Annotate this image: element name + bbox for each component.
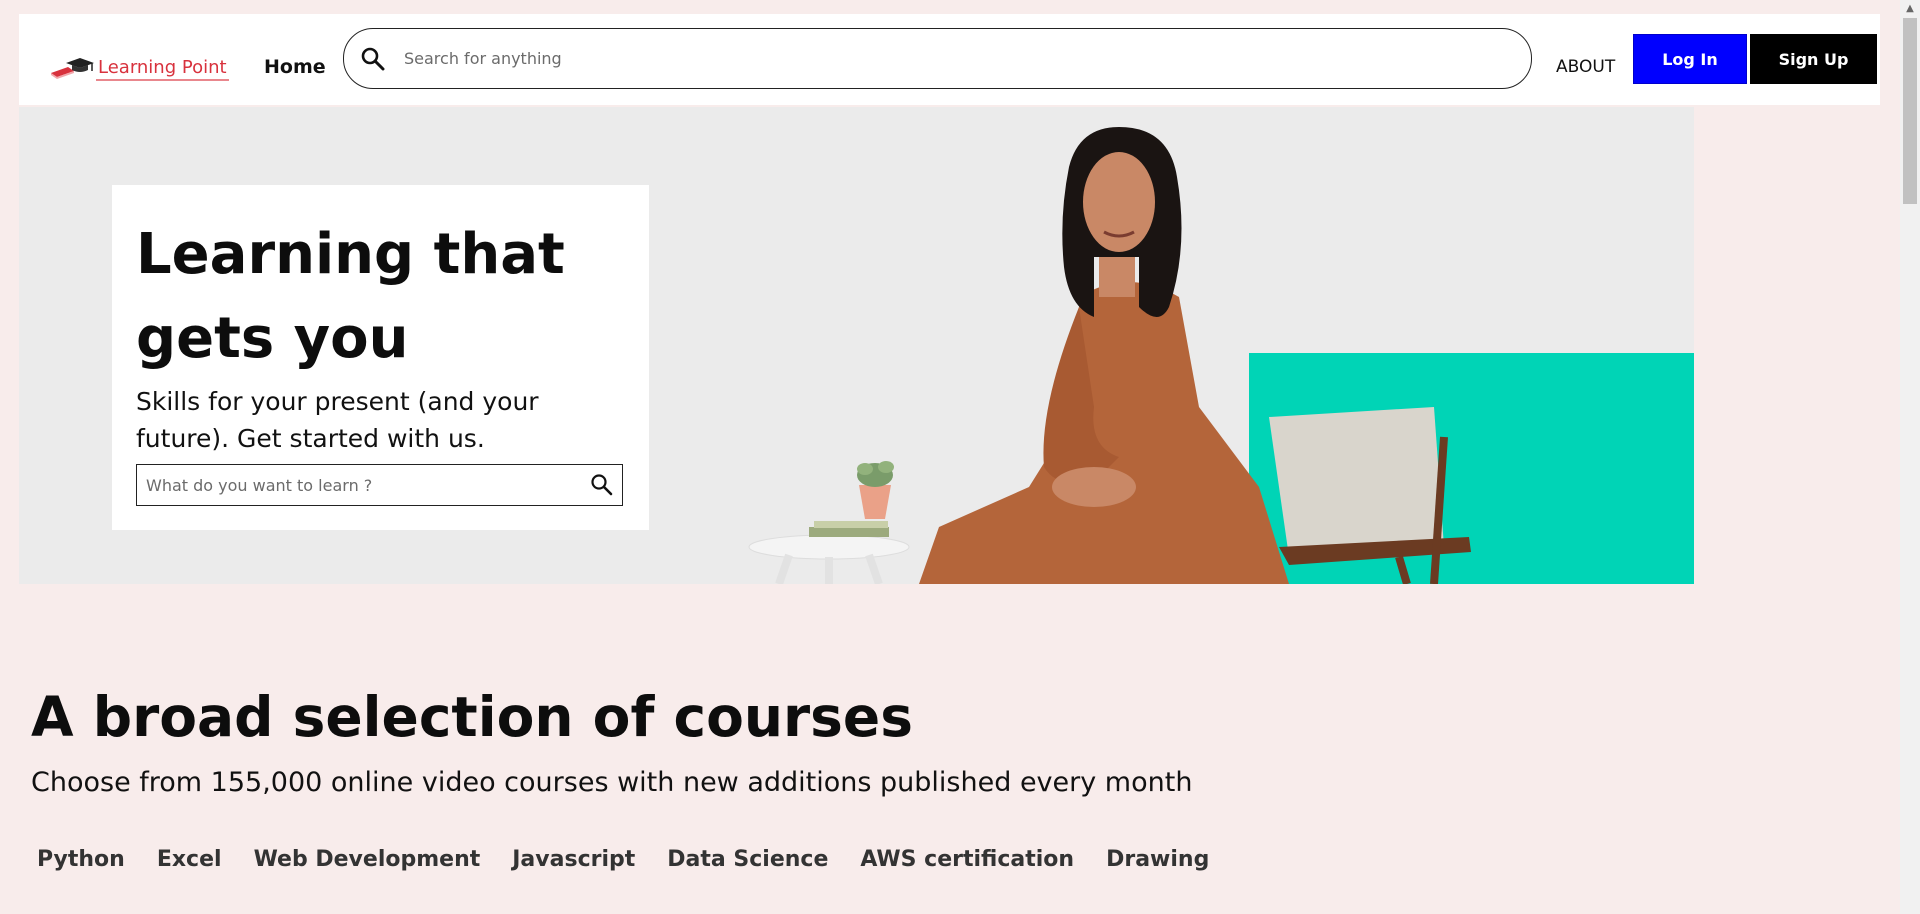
logo-text: Learning Point bbox=[96, 57, 229, 81]
search-icon[interactable] bbox=[360, 46, 386, 72]
tab-python[interactable]: Python bbox=[37, 847, 125, 872]
chevron-up-icon[interactable]: ▲ bbox=[1900, 0, 1920, 16]
course-category-tabs: Python Excel Web Development Javascript … bbox=[37, 847, 1241, 872]
hero-banner: Learning that gets you Skills for your p… bbox=[19, 107, 1694, 584]
search-input[interactable] bbox=[404, 49, 1454, 68]
scrollbar-thumb[interactable] bbox=[1903, 18, 1917, 204]
hero-card: Learning that gets you Skills for your p… bbox=[112, 185, 649, 530]
tab-javascript[interactable]: Javascript bbox=[512, 847, 635, 872]
hero-search-box bbox=[136, 464, 623, 506]
hero-title: Learning that gets you bbox=[136, 222, 565, 371]
tab-drawing[interactable]: Drawing bbox=[1106, 847, 1209, 872]
courses-section-title: A broad selection of courses bbox=[31, 685, 913, 749]
nav-about-link[interactable]: ABOUT bbox=[1556, 57, 1615, 77]
tab-excel[interactable]: Excel bbox=[157, 847, 222, 872]
page-scrollbar[interactable]: ▲ bbox=[1900, 0, 1920, 914]
hero-subtitle: Skills for your present (and your future… bbox=[136, 387, 539, 453]
logo[interactable]: Learning Point bbox=[48, 51, 255, 87]
top-navbar: Learning Point Home ABOUT Log In Sign Up bbox=[19, 14, 1880, 105]
search-icon[interactable] bbox=[590, 473, 614, 497]
courses-section-subtitle: Choose from 155,000 online video courses… bbox=[31, 767, 1193, 798]
hero-search-input[interactable] bbox=[146, 475, 566, 495]
signup-button[interactable]: Sign Up bbox=[1750, 34, 1877, 84]
graduation-cap-icon bbox=[48, 55, 96, 83]
tab-web-development[interactable]: Web Development bbox=[254, 847, 481, 872]
tab-aws-certification[interactable]: AWS certification bbox=[860, 847, 1074, 872]
tab-data-science[interactable]: Data Science bbox=[667, 847, 828, 872]
login-button[interactable]: Log In bbox=[1633, 34, 1747, 84]
main-search-bar bbox=[343, 28, 1532, 89]
nav-home-link[interactable]: Home bbox=[264, 56, 326, 78]
hero-illustration bbox=[748, 127, 1471, 584]
